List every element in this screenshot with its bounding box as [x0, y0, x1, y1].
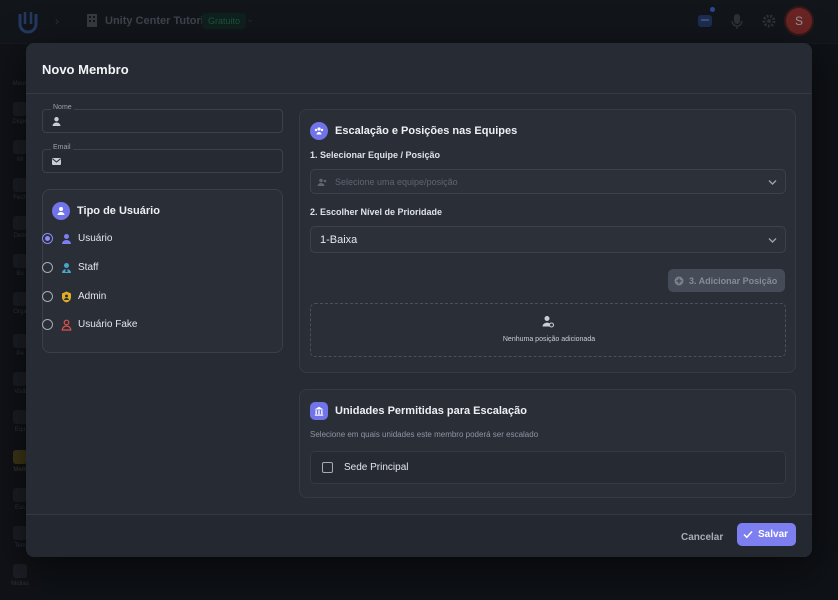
chevron-down-icon: [768, 180, 777, 185]
radio-option-staff[interactable]: Staff: [42, 260, 242, 276]
radio-button[interactable]: [42, 319, 53, 330]
team-icon: [310, 122, 328, 140]
assignment-title: Escalação e Posições nas Equipes: [335, 125, 518, 137]
radio-label: Usuário Fake: [78, 319, 138, 330]
units-title: Unidades Permitidas para Escalação: [335, 405, 527, 417]
email-label: Email: [51, 143, 73, 153]
units-description: Selecione em quais unidades este membro …: [310, 430, 539, 439]
radio-label: Staff: [78, 262, 99, 273]
unit-option-sede-principal[interactable]: Sede Principal: [310, 451, 786, 484]
radio-option-usuario[interactable]: Usuário: [42, 231, 242, 247]
modal-header: Novo Membro: [26, 43, 812, 94]
user-type-title: Tipo de Usuário: [77, 205, 160, 217]
modal-title: Novo Membro: [42, 62, 129, 77]
radio-label: Admin: [78, 291, 107, 302]
person-settings-icon: [542, 316, 554, 328]
step1-label: 1. Selecionar Equipe / Posição: [310, 150, 441, 160]
allowed-units-section: Unidades Permitidas para Escalação Selec…: [299, 389, 796, 498]
user-icon: [62, 234, 71, 244]
email-input[interactable]: [67, 153, 277, 169]
team-select-placeholder: Selecione uma equipe/posição: [335, 177, 458, 187]
email-field[interactable]: Email: [42, 143, 283, 173]
radio-button[interactable]: [42, 291, 53, 302]
save-button[interactable]: Salvar: [737, 523, 796, 546]
team-assignment-section: Escalação e Posições nas Equipes 1. Sele…: [299, 109, 796, 373]
empty-state-text: Nenhuma posição adicionada: [502, 336, 596, 343]
fake-user-icon: [61, 319, 72, 331]
chevron-down-icon: [768, 238, 777, 243]
staff-icon: [62, 263, 71, 273]
step2-label: 2. Escolher Nível de Prioridade: [310, 207, 443, 217]
team-select-icon: [317, 178, 327, 186]
team-position-select[interactable]: Selecione uma equipe/posição: [310, 169, 786, 194]
name-label: Nome: [51, 103, 74, 113]
name-input[interactable]: [67, 113, 277, 129]
priority-select[interactable]: 1-Baixa: [310, 226, 786, 253]
radio-option-usuario-fake[interactable]: Usuário Fake: [42, 317, 242, 333]
person-icon: [52, 117, 61, 126]
cancel-button[interactable]: Cancelar: [677, 528, 727, 546]
add-position-button[interactable]: 3. Adicionar Posição: [668, 269, 785, 292]
user-type-icon: [52, 202, 70, 220]
unit-checkbox[interactable]: [322, 462, 333, 473]
new-member-modal: Novo Membro Nome Email Tipo de Usuário U…: [26, 43, 812, 557]
check-icon: [743, 530, 753, 539]
add-circle-icon: [674, 276, 684, 285]
admin-shield-icon: [62, 291, 71, 303]
radio-button[interactable]: [42, 262, 53, 273]
name-field[interactable]: Nome: [42, 103, 283, 133]
radio-button[interactable]: [42, 233, 53, 244]
priority-value: 1-Baixa: [320, 234, 358, 246]
email-icon: [52, 158, 61, 165]
modal-footer: Cancelar Salvar: [26, 514, 812, 557]
radio-option-admin[interactable]: Admin: [42, 289, 242, 305]
unit-label: Sede Principal: [344, 462, 409, 473]
positions-empty-state: Nenhuma posição adicionada: [310, 303, 786, 357]
institution-icon: [310, 402, 328, 420]
radio-label: Usuário: [78, 233, 113, 244]
